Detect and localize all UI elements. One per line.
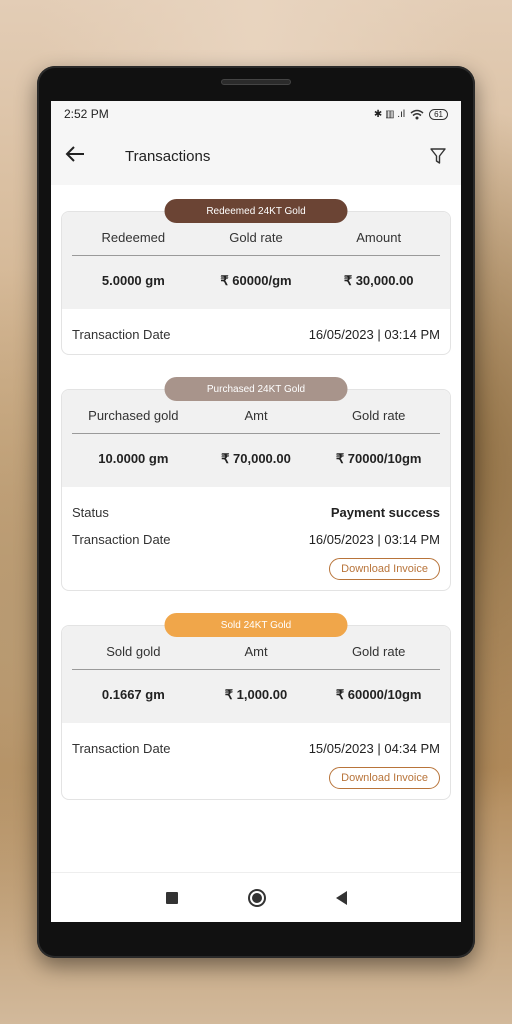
download-invoice-button[interactable]: Download Invoice <box>329 767 440 789</box>
value-cell: ₹ 60000/10gm <box>335 687 422 702</box>
date-value: 16/05/2023 | 03:14 PM <box>308 532 440 547</box>
value-cell: ₹ 30,000.00 <box>343 273 414 288</box>
column-header: Gold rate <box>229 230 283 245</box>
column-header: Amt <box>244 408 268 423</box>
transaction-date-row: Transaction Date 15/05/2023 | 04:34 PM <box>72 735 440 762</box>
column-header: Sold gold <box>106 644 161 659</box>
column-header: Amt <box>244 644 268 659</box>
status-time: 2:52 PM <box>64 107 109 121</box>
transaction-card: Redeemed 24KT Gold Redeemed Gold rate Am… <box>61 199 451 355</box>
status-signal-icons: ✱ ▥ .ıl <box>373 108 406 120</box>
value-cell: 5.0000 gm <box>101 273 165 288</box>
system-nav-bar <box>51 872 461 922</box>
recents-icon[interactable] <box>165 891 178 904</box>
column-header: Gold rate <box>351 408 406 423</box>
date-label: Transaction Date <box>72 327 171 342</box>
phone-speaker <box>221 79 291 85</box>
date-label: Transaction Date <box>72 741 171 756</box>
battery-icon: 61 <box>429 108 448 120</box>
status-row: Status Payment success <box>72 499 440 526</box>
back-triangle-icon[interactable] <box>335 890 347 905</box>
transaction-type-badge: Purchased 24KT Gold <box>164 377 348 401</box>
status-bar: 2:52 PM ✱ ▥ .ıl 61 <box>51 101 461 127</box>
column-header: Amount <box>356 230 402 245</box>
card-header-row: Sold gold Amt Gold rate <box>72 644 440 670</box>
value-cell: 0.1667 gm <box>101 687 165 702</box>
transaction-type-badge: Redeemed 24KT Gold <box>164 199 348 223</box>
status-icons: ✱ ▥ .ıl 61 <box>373 108 448 120</box>
column-header: Redeemed <box>101 230 166 245</box>
column-header: Gold rate <box>351 644 406 659</box>
value-cell: ₹ 70000/10gm <box>335 451 422 466</box>
value-cell: ₹ 1,000.00 <box>224 687 288 702</box>
app-bar: Transactions <box>51 127 461 185</box>
value-cell: ₹ 70,000.00 <box>221 451 291 466</box>
date-value: 15/05/2023 | 04:34 PM <box>308 741 440 756</box>
transaction-type-badge: Sold 24KT Gold <box>164 613 348 637</box>
card-values-row: 5.0000 gm ₹ 60000/gm ₹ 30,000.00 <box>72 256 440 309</box>
screen: 2:52 PM ✱ ▥ .ıl 61 Transactions Redeemed… <box>51 101 461 922</box>
card-header-row: Redeemed Gold rate Amount <box>72 230 440 256</box>
download-invoice-button[interactable]: Download Invoice <box>329 558 440 580</box>
transaction-card: Purchased 24KT Gold Purchased gold Amt G… <box>61 377 451 591</box>
value-cell: 10.0000 gm <box>98 451 169 466</box>
phone-frame: 2:52 PM ✱ ▥ .ıl 61 Transactions Redeemed… <box>37 66 475 958</box>
transaction-date-row: Transaction Date 16/05/2023 | 03:14 PM <box>72 526 440 553</box>
back-arrow-icon[interactable] <box>65 143 125 169</box>
card-header-row: Purchased gold Amt Gold rate <box>72 408 440 434</box>
status-label: Status <box>72 505 109 520</box>
payment-status: Payment success <box>330 505 440 520</box>
transaction-card: Sold 24KT Gold Sold gold Amt Gold rate 0… <box>61 613 451 800</box>
transaction-date-row: Transaction Date 16/05/2023 | 03:14 PM <box>72 321 440 348</box>
page-title: Transactions <box>125 147 211 165</box>
home-icon[interactable] <box>247 888 266 907</box>
transactions-list: Redeemed 24KT Gold Redeemed Gold rate Am… <box>51 185 461 872</box>
date-label: Transaction Date <box>72 532 171 547</box>
column-header: Purchased gold <box>88 408 179 423</box>
card-values-row: 0.1667 gm ₹ 1,000.00 ₹ 60000/10gm <box>72 670 440 723</box>
filter-icon[interactable] <box>429 147 447 165</box>
date-value: 16/05/2023 | 03:14 PM <box>308 327 440 342</box>
value-cell: ₹ 60000/gm <box>220 273 292 288</box>
wifi-icon <box>410 109 424 119</box>
card-values-row: 10.0000 gm ₹ 70,000.00 ₹ 70000/10gm <box>72 434 440 487</box>
